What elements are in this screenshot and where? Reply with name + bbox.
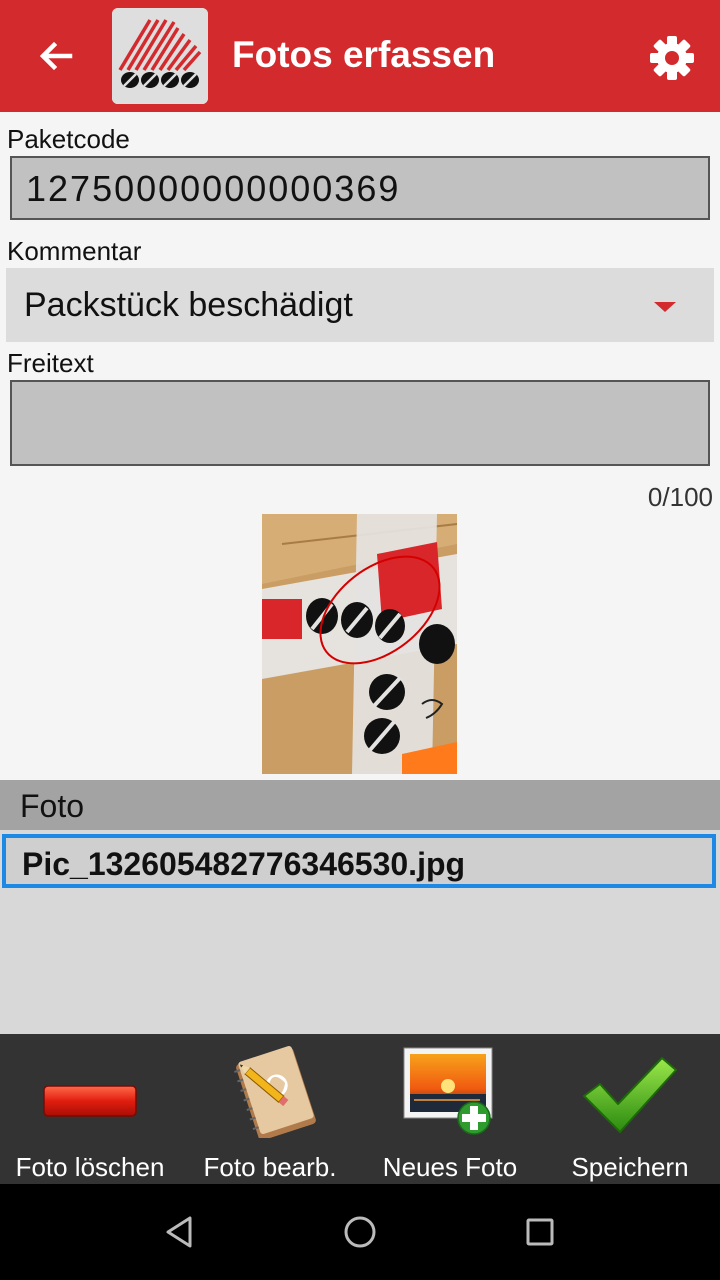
back-button[interactable] [24,24,88,88]
minus-icon [43,1085,137,1117]
screen: Fotos erfassen Paketcode 127500000000003… [0,0,720,1280]
dropdown-arrow-icon [654,302,676,312]
paketcode-label: Paketcode [7,124,130,154]
bottom-toolbar: Foto löschen Foto bearb. Neues Foto Spei… [0,1034,720,1184]
save-button[interactable]: Speichern [540,1034,720,1184]
nav-back-icon[interactable] [158,1210,202,1254]
freitext-label: Freitext [7,348,94,378]
new-photo-label: Neues Foto [382,1152,518,1182]
delete-photo-button[interactable]: Foto löschen [0,1034,180,1184]
kommentar-label: Kommentar [7,236,142,266]
photo-list-header: Foto [0,780,720,830]
new-photo-button[interactable]: Neues Foto [360,1034,540,1184]
system-nav-bar [0,1184,720,1280]
gear-icon [650,36,694,80]
list-item[interactable]: Pic_132605482776346530.jpg [2,834,716,888]
save-label: Speichern [571,1152,689,1182]
photo-list: Pic_132605482776346530.jpg [0,830,720,1034]
nav-recents-icon[interactable] [518,1210,562,1254]
app-bar: Fotos erfassen [0,0,720,112]
paketcode-value: 12750000000000369 [26,168,401,209]
photo-filename: Pic_132605482776346530.jpg [22,846,466,882]
kommentar-selected-value: Packstück beschädigt [24,286,353,324]
photo-list-header-label: Foto [20,788,85,824]
checkmark-icon [583,1057,677,1133]
edit-photo-label: Foto bearb. [203,1152,337,1182]
freitext-input[interactable] [10,380,710,466]
delete-photo-label: Foto löschen [15,1152,165,1182]
add-photo-icon [403,1047,493,1135]
nav-home-icon[interactable] [338,1210,382,1254]
character-counter: 0/100 [647,482,713,512]
notebook-pencil-icon [234,1045,316,1138]
arrow-left-icon [39,41,73,71]
kommentar-dropdown[interactable]: Packstück beschädigt [6,268,714,342]
settings-button[interactable] [644,30,700,86]
photo-preview[interactable] [262,514,457,774]
edit-photo-button[interactable]: Foto bearb. [180,1034,360,1184]
app-logo [112,8,208,104]
page-title: Fotos erfassen [232,34,496,75]
